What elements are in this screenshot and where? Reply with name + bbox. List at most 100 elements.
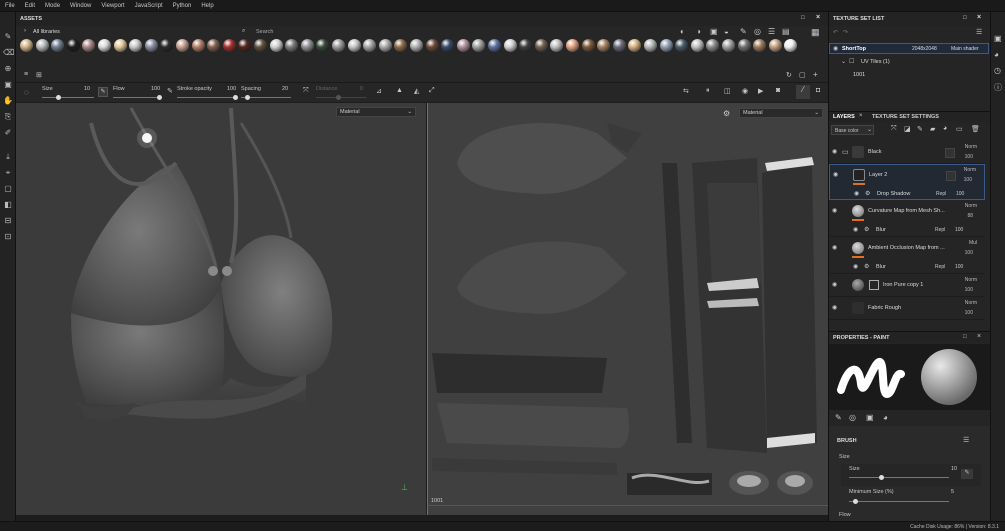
material-thumbnail[interactable] (472, 39, 486, 52)
texture-set-icon[interactable]: ▣ (994, 34, 1002, 43)
uv-tiles-row[interactable]: ⌄ ☐ UV Tiles (1) (841, 57, 989, 67)
effect-opacity[interactable]: 100 (955, 264, 963, 270)
undo-icon[interactable]: ↶ (833, 29, 838, 36)
projection-icon[interactable]: ⊕ (3, 64, 13, 74)
folder-icon[interactable]: ▢ (799, 71, 806, 79)
measure-icon[interactable]: ⌖ (3, 168, 13, 178)
material-thumbnail[interactable] (550, 39, 564, 52)
blend-mode[interactable]: Norm (965, 144, 977, 150)
grid-list-icon[interactable]: ☰ (768, 27, 775, 36)
settings-icon[interactable]: ⚙ (723, 109, 730, 118)
pressure-icon[interactable]: ✎ (961, 469, 973, 479)
3d-model-bra[interactable] (16, 103, 426, 515)
material-filter-icon[interactable]: ◐ (680, 27, 685, 36)
bake-icon[interactable]: ⤓ (3, 152, 13, 162)
display-settings-icon[interactable]: ◕ (994, 50, 999, 59)
opacity-value[interactable]: 100 (965, 310, 973, 316)
menu-javascript[interactable]: JavaScript (130, 3, 168, 9)
material-thumbnail[interactable] (612, 39, 626, 52)
material-thumbnail[interactable] (347, 39, 361, 52)
effect-blend[interactable]: Repl (935, 227, 945, 233)
size-value[interactable]: 10 (84, 86, 90, 92)
pause-icon[interactable]: ⏸ (706, 87, 710, 95)
render-icon[interactable]: ◘ (816, 87, 820, 94)
mask-filter-icon[interactable]: ◒ (724, 27, 729, 36)
material-thumbnail[interactable] (191, 39, 205, 52)
delete-icon[interactable]: 🗑 (971, 125, 980, 133)
material-thumbnail[interactable] (332, 39, 345, 52)
physics-icon[interactable]: ▲ (396, 87, 403, 94)
pen-pressure-icon[interactable]: ✎ (98, 87, 108, 97)
close-icon[interactable]: × (977, 14, 981, 21)
maximize-icon[interactable]: □ (963, 15, 967, 21)
clone-icon[interactable]: ⎘ (3, 112, 13, 122)
texture-filter-icon[interactable]: ▣ (710, 27, 718, 36)
material-thumbnail[interactable] (129, 39, 143, 52)
library-selector[interactable]: All libraries (33, 29, 60, 35)
menu-icon[interactable]: ☰ (963, 436, 969, 444)
camera-sync-icon[interactable]: ⇆ (683, 87, 689, 95)
material-thumbnail[interactable] (659, 39, 673, 52)
opacity-value[interactable]: 100 (964, 177, 972, 183)
close-icon[interactable]: × (859, 113, 863, 119)
close-icon[interactable]: × (977, 333, 981, 340)
material-thumbnail[interactable] (628, 39, 642, 52)
material-thumbnail[interactable] (238, 39, 252, 52)
uv-tile-item[interactable]: 1001 (853, 72, 865, 78)
material-thumbnail[interactable] (644, 39, 657, 52)
3d-viewport[interactable]: Material ⌄ ⊥ (16, 103, 426, 515)
opacity-value[interactable]: 100 (965, 287, 973, 293)
add-paint-layer-icon[interactable]: ✎ (917, 125, 923, 133)
eye-icon[interactable]: ◉ (833, 171, 838, 178)
2d-viewport[interactable]: ⚙ Material ⌄ 1001 (427, 103, 828, 515)
effect-item[interactable]: ◉ ⚙ Blur Repl 100 (829, 260, 985, 274)
size-field-value[interactable]: 10 (951, 466, 957, 472)
material-thumbnail[interactable] (503, 39, 517, 52)
texture-set-row[interactable]: ◉ ShortTop 2048x2048 Main shader (829, 43, 989, 54)
layer-item[interactable]: ◉ Curvature Map from Mesh Sh... Norm 88 … (829, 201, 985, 237)
material-thumbnail[interactable] (519, 39, 533, 52)
material-tab-icon[interactable]: ◕ (883, 413, 888, 422)
maximize-icon[interactable]: □ (801, 15, 805, 21)
add-effect-icon[interactable]: ⤧ (891, 125, 897, 133)
eye-icon[interactable]: ◉ (832, 244, 837, 251)
grid-view-icon[interactable]: ▦ (811, 27, 820, 38)
opacity-value[interactable]: 100 (965, 154, 973, 160)
eye-icon[interactable]: ◉ (854, 190, 859, 197)
menu-viewport[interactable]: Viewport (96, 3, 129, 9)
material-thumbnail[interactable] (394, 39, 408, 52)
min-size-slider[interactable] (849, 499, 949, 504)
snap-icon[interactable]: ⤢ (429, 87, 435, 95)
material-thumbnail[interactable] (82, 39, 96, 52)
flow-pressure-icon[interactable]: ✎ (167, 87, 173, 95)
material-thumbnail[interactable] (378, 39, 392, 52)
polygon-fill-icon[interactable]: ▣ (3, 80, 13, 90)
tab-texture-set-settings[interactable]: TEXTURE SET SETTINGS (872, 114, 939, 120)
material-thumbnail[interactable] (363, 39, 377, 52)
layer-item[interactable]: ◉ Ambient Occlusion Map from ... Mul 100… (829, 238, 985, 274)
material-thumbnail[interactable] (35, 39, 49, 52)
material-thumbnail[interactable] (581, 39, 595, 52)
stroke-opacity-slider[interactable] (177, 95, 238, 100)
iray-icon[interactable]: ◧ (3, 200, 13, 210)
add-smart-material-icon[interactable]: ◕ (943, 125, 947, 132)
material-thumbnail[interactable] (20, 39, 33, 52)
menu-help[interactable]: Help (196, 3, 218, 9)
material-thumbnail[interactable] (144, 39, 158, 52)
tab-layers[interactable]: LAYERS (833, 114, 855, 120)
material-thumbnail[interactable] (160, 39, 174, 52)
stroke-opacity-value[interactable]: 100 (227, 86, 236, 92)
active-brush-icon[interactable]: ⁄ (796, 85, 810, 99)
effect-item[interactable]: ◉ ⚙ Blur Repl 100 (829, 223, 985, 237)
environment-filter-icon[interactable]: ▤ (782, 27, 790, 36)
material-thumbnail[interactable] (597, 39, 611, 52)
add-fill-layer-icon[interactable]: ▰ (930, 125, 935, 133)
effect-opacity[interactable]: 100 (956, 191, 964, 197)
maximize-icon[interactable]: □ (963, 334, 967, 340)
lazy-mouse-icon[interactable]: ⤧ (303, 87, 309, 95)
material-thumbnail[interactable] (441, 39, 455, 52)
blend-mode[interactable]: Norm (965, 277, 977, 283)
spacing-slider[interactable] (241, 95, 291, 100)
material-thumbnail[interactable] (316, 39, 330, 52)
symmetry-icon[interactable]: ⊿ (376, 87, 382, 95)
